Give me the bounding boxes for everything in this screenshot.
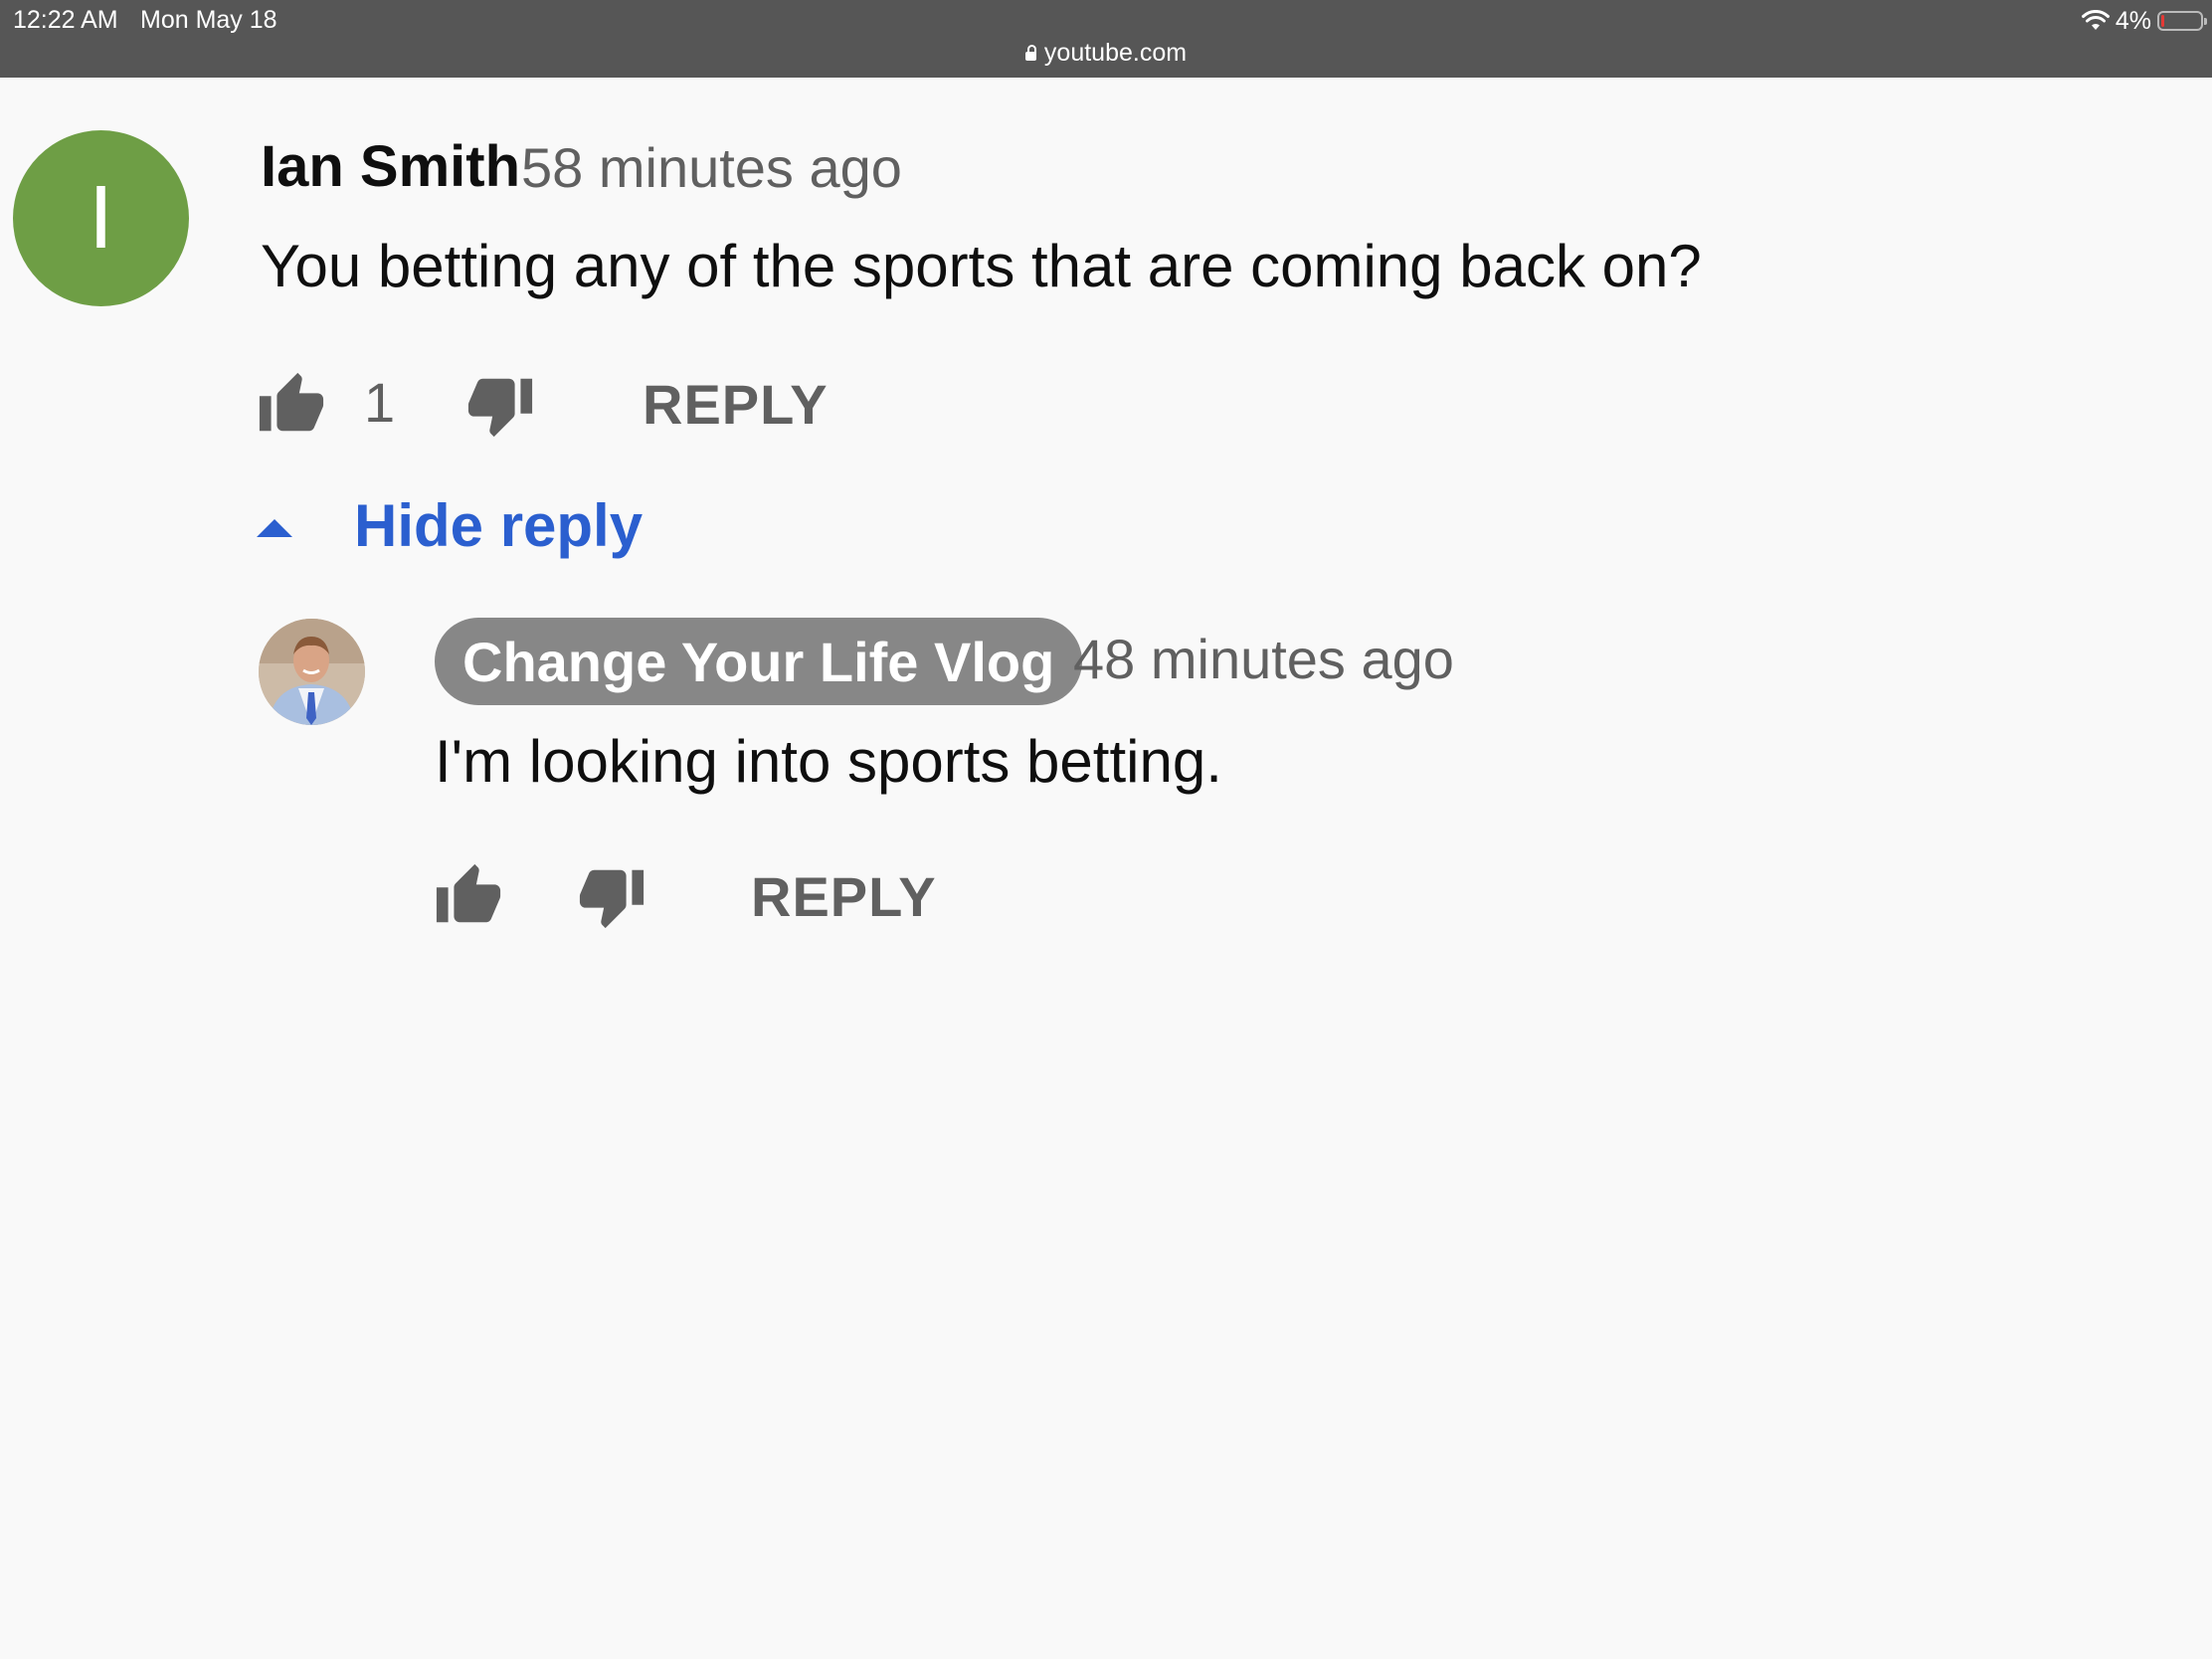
comment-author[interactable]: Ian Smith — [261, 133, 520, 200]
caret-up-icon — [257, 518, 292, 537]
status-time: 12:22 AM — [13, 6, 118, 34]
reply-timestamp[interactable]: 48 minutes ago — [1073, 627, 1454, 691]
comment-text: You betting any of the sports that are c… — [261, 233, 1702, 299]
status-bar: 12:22 AM Mon May 18 youtube.com 4% — [0, 0, 2212, 78]
battery-percent: 4% — [2115, 6, 2151, 35]
reply-like-icon[interactable] — [434, 861, 503, 931]
like-icon[interactable] — [257, 370, 326, 440]
like-count: 1 — [364, 371, 396, 434]
hide-reply-label: Hide reply — [354, 492, 644, 559]
reply-dislike-icon[interactable] — [577, 861, 646, 931]
commenter-avatar[interactable]: I — [13, 130, 189, 306]
hide-reply-toggle[interactable]: Hide reply — [257, 491, 643, 560]
reply-button[interactable]: REPLY — [643, 372, 829, 437]
status-date: Mon May 18 — [140, 6, 277, 34]
comment-timestamp[interactable]: 58 minutes ago — [521, 135, 902, 200]
reply-avatar[interactable] — [259, 619, 365, 725]
reply-reply-button[interactable]: REPLY — [751, 864, 937, 929]
address-bar[interactable]: youtube.com — [0, 39, 2212, 68]
wifi-icon — [2081, 10, 2110, 30]
person-photo-icon — [259, 619, 365, 725]
lock-icon — [1024, 45, 1036, 61]
reply-text: I'm looking into sports betting. — [435, 728, 1222, 795]
battery-icon — [2157, 11, 2207, 31]
battery-level — [2161, 15, 2164, 27]
url-text: youtube.com — [1043, 39, 1188, 67]
channel-author-badge[interactable]: Change Your Life Vlog — [435, 618, 1083, 705]
dislike-icon[interactable] — [465, 370, 535, 440]
status-indicators: 4% — [2081, 6, 2207, 36]
